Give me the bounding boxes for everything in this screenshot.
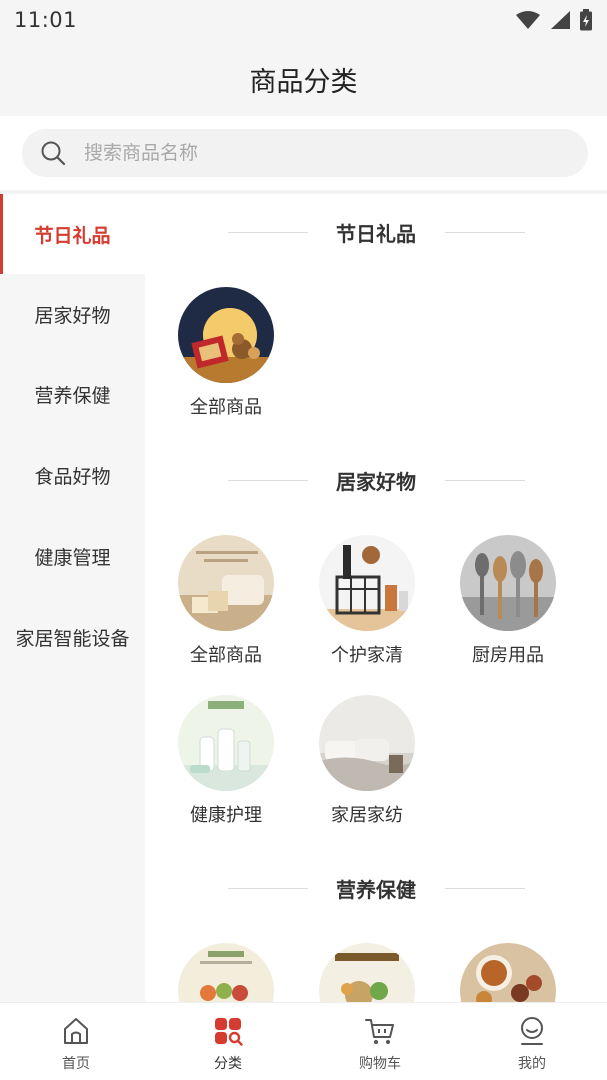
bedding-image: [319, 695, 415, 791]
category-sidebar: 节日礼品 居家好物 营养保健 食品好物 健康管理 家居智能设备: [0, 194, 145, 1002]
sidebar-item-smart-home[interactable]: 家居智能设备: [0, 597, 145, 677]
section-title: 居家好物: [336, 470, 416, 494]
tab-home[interactable]: 首页: [0, 1003, 152, 1080]
sidebar-item-health[interactable]: 健康管理: [0, 516, 145, 596]
category-label: 全部商品: [190, 645, 262, 666]
tab-category[interactable]: 分类: [152, 1003, 304, 1080]
category-label: 家居家纺: [331, 805, 403, 826]
health-care-image: [178, 695, 274, 791]
category-item[interactable]: 健康护理: [165, 695, 285, 835]
section-divider-line: [445, 480, 525, 481]
tab-cart[interactable]: 购物车: [304, 1003, 456, 1080]
personal-care-image: [319, 535, 415, 631]
category-label: 健康护理: [190, 805, 262, 826]
search-box[interactable]: [22, 129, 588, 177]
tab-label: 分类: [214, 1056, 242, 1072]
category-item[interactable]: [447, 943, 567, 1002]
category-label: 厨房用品: [472, 645, 544, 666]
supplement-image: [319, 943, 415, 1002]
category-item[interactable]: 全部商品: [165, 535, 285, 675]
category-icon: [215, 1018, 243, 1046]
category-label: 全部商品: [190, 397, 262, 418]
wifi-icon: [516, 11, 540, 29]
section-divider-line: [445, 232, 525, 233]
tab-label: 我的: [518, 1056, 546, 1072]
category-label: 个护家清: [331, 645, 403, 666]
cart-icon: [365, 1019, 394, 1044]
status-time: 11:01: [14, 8, 78, 32]
kitchen-utensils-image: [460, 535, 556, 631]
section-title: 节日礼品: [336, 222, 416, 246]
profile-icon: [521, 1017, 543, 1045]
page-title: 商品分类: [249, 67, 358, 98]
status-bar: 11:01: [0, 0, 607, 42]
section-header: 节日礼品: [145, 218, 607, 248]
section-divider-line: [445, 888, 525, 889]
search-input[interactable]: [84, 129, 564, 177]
dried-fruit-image: [460, 943, 556, 1002]
category-content: 节日礼品 全部商品 居家好物 全部商品 个护家清 厨房用品 健康护理 家居家纺 …: [145, 194, 607, 1002]
sidebar-item-nutrition[interactable]: 营养保健: [0, 354, 145, 434]
category-item[interactable]: 个护家清: [306, 535, 426, 675]
tab-label: 首页: [62, 1056, 90, 1072]
home-icon: [64, 1018, 88, 1044]
tab-label: 购物车: [359, 1056, 401, 1072]
nav-bar: 商品分类: [0, 42, 607, 116]
search-bar: [0, 116, 607, 190]
signal-icon: [551, 11, 570, 29]
sidebar-item-festival-gifts[interactable]: 节日礼品: [0, 194, 145, 274]
home-goods-image: [178, 535, 274, 631]
category-item[interactable]: 家居家纺: [306, 695, 426, 835]
section-title: 营养保健: [336, 878, 416, 902]
nutrition-image: [178, 943, 274, 1002]
mooncake-gift-box-image: [178, 287, 274, 383]
category-item[interactable]: 厨房用品: [447, 535, 567, 675]
status-icons: [515, 9, 593, 31]
search-icon: [41, 141, 66, 166]
bottom-tab-bar: 首页 分类 购物车 我的: [0, 1002, 607, 1080]
category-item[interactable]: [306, 943, 426, 1002]
battery-icon: [580, 9, 592, 31]
sidebar-item-food[interactable]: 食品好物: [0, 435, 145, 515]
section-header: 居家好物: [145, 466, 607, 496]
section-header: 营养保健: [145, 874, 607, 904]
sidebar-item-home-goods[interactable]: 居家好物: [0, 274, 145, 354]
category-item[interactable]: 全部商品: [165, 287, 285, 427]
category-item[interactable]: [165, 943, 285, 1002]
tab-profile[interactable]: 我的: [456, 1003, 607, 1080]
